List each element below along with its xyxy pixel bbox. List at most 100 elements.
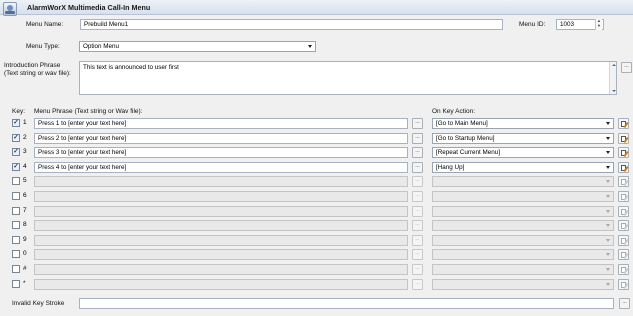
key-action-select[interactable] [432, 279, 614, 290]
menu-phrase-input[interactable] [34, 249, 408, 260]
edit-action-button[interactable] [618, 249, 629, 260]
key-action-select[interactable] [432, 176, 614, 187]
key-checkbox[interactable] [12, 221, 20, 229]
phrase-browse-button[interactable]: ... [412, 235, 423, 246]
intro-scrollbar[interactable] [609, 62, 616, 94]
key-label: 2 [23, 134, 27, 141]
phrase-browse-button[interactable]: ... [412, 162, 423, 173]
key-label: 1 [23, 119, 27, 126]
check-icon: ✓ [13, 163, 19, 170]
phrase-browse-button[interactable]: ... [412, 147, 423, 158]
key-label: # [23, 265, 27, 272]
check-icon: ✓ [13, 148, 19, 155]
key-checkbox[interactable] [12, 280, 20, 288]
menu-phrase-input[interactable] [34, 264, 408, 275]
menu-phrase-input[interactable] [34, 220, 408, 231]
key-label: 4 [23, 163, 27, 170]
key-action-value: [Repeat Current Menu] [436, 149, 501, 156]
key-label: 0 [23, 250, 27, 257]
edit-action-button[interactable] [618, 176, 629, 187]
phrase-browse-button[interactable]: ... [412, 118, 423, 129]
key-action-select[interactable] [432, 264, 614, 275]
chevron-down-icon[interactable] [308, 45, 312, 48]
phrase-browse-button[interactable]: ... [412, 279, 423, 290]
phrase-browse-button[interactable]: ... [412, 249, 423, 260]
edit-action-button[interactable] [618, 162, 629, 173]
phrase-browse-button[interactable]: ... [412, 133, 423, 144]
key-label: * [23, 280, 26, 287]
menu-phrase-input[interactable]: Press 2 to [enter your text here] [34, 133, 408, 144]
key-action-select[interactable] [432, 220, 614, 231]
chevron-down-icon[interactable] [606, 180, 610, 183]
menu-phrase-input[interactable] [34, 206, 408, 217]
menu-type-value: Option Menu [83, 43, 120, 50]
phrase-column-header: Menu Phrase (Text string or Wav file): [34, 108, 143, 115]
key-checkbox[interactable] [12, 265, 20, 273]
edit-action-button[interactable] [618, 235, 629, 246]
chevron-down-icon[interactable] [606, 268, 610, 271]
scroll-up-icon[interactable] [611, 64, 616, 66]
key-checkbox[interactable]: ✓ [12, 163, 20, 171]
menu-phrase-input[interactable]: Press 4 to [enter your text here] [34, 162, 408, 173]
menu-phrase-input[interactable]: Press 3 to [enter your text here] [34, 147, 408, 158]
key-action-select[interactable]: [Go to Startup Menu] [432, 133, 614, 144]
menu-phrase-input[interactable]: Press 1 to [enter your text here] [34, 118, 408, 129]
key-action-value: [Hang Up] [436, 164, 465, 171]
key-checkbox[interactable] [12, 177, 20, 185]
phrase-browse-button[interactable]: ... [412, 264, 423, 275]
chevron-down-icon[interactable] [606, 137, 610, 140]
menu-name-input[interactable]: Prebuild Menu1 [80, 19, 503, 30]
scroll-down-icon[interactable] [611, 90, 616, 92]
menu-phrase-input[interactable] [34, 235, 408, 246]
menu-phrase-input[interactable] [34, 191, 408, 202]
phrase-browse-button[interactable]: ... [412, 220, 423, 231]
key-checkbox[interactable] [12, 236, 20, 244]
chevron-down-icon[interactable] [606, 166, 610, 169]
chevron-down-icon[interactable] [606, 239, 610, 242]
edit-action-button[interactable] [618, 118, 629, 129]
edit-action-button[interactable] [618, 133, 629, 144]
invalid-key-input[interactable] [79, 298, 614, 309]
phrase-browse-button[interactable]: ... [412, 176, 423, 187]
menu-phrase-input[interactable] [34, 176, 408, 187]
chevron-down-icon[interactable] [606, 195, 610, 198]
key-action-select[interactable] [432, 235, 614, 246]
chevron-down-icon[interactable] [606, 224, 610, 227]
key-action-select[interactable]: [Hang Up] [432, 162, 614, 173]
edit-action-button[interactable] [618, 220, 629, 231]
intro-phrase-textarea[interactable]: This text is announced to user first [79, 61, 617, 95]
key-action-select[interactable]: [Go to Main Menu] [432, 118, 614, 129]
key-checkbox[interactable] [12, 250, 20, 258]
menu-id-spinner[interactable]: ▲ ▼ [595, 18, 602, 30]
key-label: 5 [23, 177, 27, 184]
key-checkbox[interactable] [12, 207, 20, 215]
edit-action-button[interactable] [618, 264, 629, 275]
chevron-down-icon[interactable] [606, 122, 610, 125]
key-column-header: Key: [12, 108, 26, 115]
phrase-browse-button[interactable]: ... [412, 191, 423, 202]
key-action-select[interactable]: [Repeat Current Menu] [432, 147, 614, 158]
menu-phrase-input[interactable] [34, 279, 408, 290]
key-checkbox[interactable]: ✓ [12, 134, 20, 142]
key-checkbox[interactable]: ✓ [12, 148, 20, 156]
edit-action-button[interactable] [618, 147, 629, 158]
spin-down-icon[interactable]: ▼ [596, 23, 602, 29]
chevron-down-icon[interactable] [606, 283, 610, 286]
chevron-down-icon[interactable] [606, 253, 610, 256]
invalid-key-browse-button[interactable]: ... [619, 298, 630, 309]
key-action-select[interactable] [432, 249, 614, 260]
key-action-select[interactable] [432, 206, 614, 217]
chevron-down-icon[interactable] [606, 151, 610, 154]
key-checkbox[interactable]: ✓ [12, 119, 20, 127]
intro-browse-button[interactable]: ... [621, 62, 632, 73]
chevron-down-icon[interactable] [606, 210, 610, 213]
phrase-browse-button[interactable]: ... [412, 206, 423, 217]
edit-action-button[interactable] [618, 191, 629, 202]
key-label: 3 [23, 148, 27, 155]
edit-action-button[interactable] [618, 279, 629, 290]
action-column-header: On Key Action: [432, 108, 475, 115]
key-action-select[interactable] [432, 191, 614, 202]
key-checkbox[interactable] [12, 192, 20, 200]
edit-action-button[interactable] [618, 206, 629, 217]
menu-type-select[interactable]: Option Menu [79, 41, 316, 52]
